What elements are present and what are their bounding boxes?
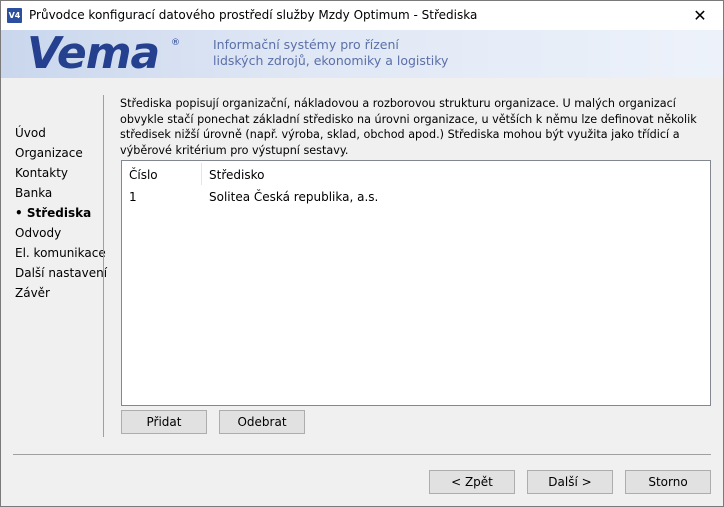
- cancel-button[interactable]: Storno: [625, 470, 711, 494]
- wizard-steps-nav: Úvod Organizace Kontakty Banka • Středis…: [15, 125, 108, 305]
- wizard-window: V4 Průvodce konfigurací datového prostře…: [0, 0, 724, 507]
- nav-step-el-komunikace: El. komunikace: [15, 246, 106, 260]
- nav-step-kontakty: Kontakty: [15, 166, 69, 180]
- column-header-cislo[interactable]: Číslo: [129, 168, 158, 182]
- registered-mark: ®: [171, 38, 180, 48]
- page-description: Střediska popisují organizační, nákladov…: [120, 97, 697, 157]
- title-bar: V4 Průvodce konfigurací datového prostře…: [1, 1, 723, 30]
- nav-step-uvod: Úvod: [15, 126, 46, 140]
- app-icon: V4: [7, 8, 22, 23]
- add-button[interactable]: Přidat: [121, 410, 207, 434]
- header-banner: Vema ® Informační systémy pro řízení lid…: [1, 30, 723, 78]
- banner-tagline-2: lidských zdrojů, ekonomiky a logistiky: [213, 53, 449, 68]
- nav-step-organizace: Organizace: [15, 146, 83, 160]
- window-title: Průvodce konfigurací datového prostředí …: [29, 8, 478, 22]
- nav-step-zaver: Závěr: [15, 286, 50, 300]
- table-row[interactable]: 1 Solitea Česká republika, a.s.: [122, 188, 710, 206]
- column-header-stredisko[interactable]: Středisko: [209, 168, 264, 182]
- nav-step-strediska: • Střediska: [15, 206, 92, 220]
- back-button[interactable]: < Zpět: [429, 470, 515, 494]
- vema-logo: Vema: [27, 28, 160, 79]
- next-button[interactable]: Další >: [527, 470, 613, 494]
- remove-button[interactable]: Odebrat: [219, 410, 305, 434]
- nav-step-odvody: Odvody: [15, 226, 62, 240]
- banner-tagline-1: Informační systémy pro řízení: [213, 37, 399, 52]
- strediska-table[interactable]: Číslo Středisko 1 Solitea Česká republik…: [121, 160, 711, 406]
- table-header: Číslo Středisko: [122, 161, 710, 187]
- column-divider[interactable]: [201, 163, 202, 185]
- nav-step-banka: Banka: [15, 186, 53, 200]
- close-icon[interactable]: ✕: [677, 1, 723, 30]
- cell-cislo: 1: [129, 190, 137, 204]
- cell-stredisko: Solitea Česká republika, a.s.: [209, 190, 379, 204]
- nav-step-dalsi-nastaveni: Další nastavení: [15, 266, 108, 280]
- nav-divider: [103, 95, 104, 437]
- footer-divider: [13, 454, 711, 455]
